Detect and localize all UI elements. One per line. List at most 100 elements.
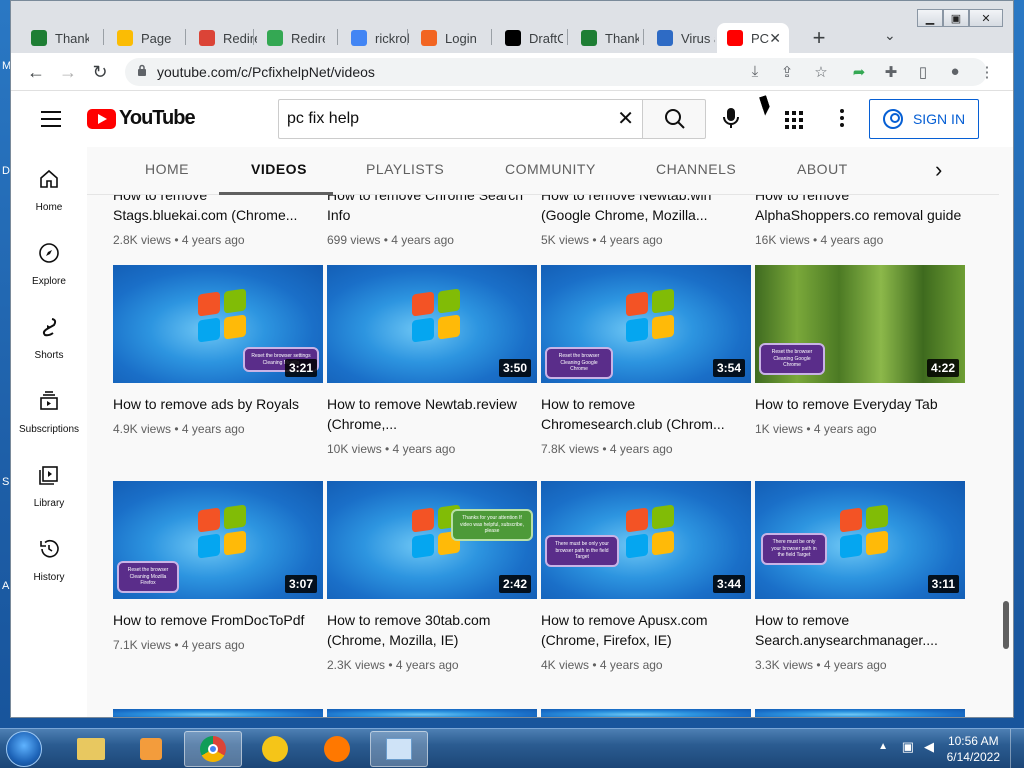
search-button[interactable] — [642, 99, 706, 139]
video-title[interactable]: How to remove Apusx.com (Chrome, Firefox… — [541, 610, 751, 650]
avast-taskbar-icon[interactable] — [308, 731, 366, 767]
sign-in-button[interactable]: SIGN IN — [869, 99, 979, 139]
video-card[interactable]: How to remove Chrome Search Info 699 view… — [327, 195, 537, 247]
video-title[interactable]: How to remove Newtab.review (Chrome,... — [327, 394, 537, 434]
video-card[interactable]: Reset the browser Cleaning Google Chrome… — [541, 265, 751, 456]
video-title[interactable]: How to remove FromDocToPdf — [113, 610, 323, 630]
video-thumbnail[interactable] — [327, 709, 537, 717]
apps-grid-icon[interactable] — [785, 111, 803, 129]
video-title[interactable]: How to remove ads by Royals — [113, 394, 323, 414]
search-input[interactable]: pc fix help ✕ — [278, 99, 642, 139]
close-window-button[interactable]: ✕ — [969, 9, 1003, 27]
video-title[interactable]: How to remove Newtab.win (Google Chrome,… — [541, 195, 751, 225]
video-meta: 2.3K views • 4 years ago — [327, 658, 459, 672]
browser-tab[interactable]: Virus a — [647, 23, 719, 53]
guide-item-explore[interactable]: Explore — [11, 241, 87, 287]
video-title[interactable]: How to remove AlphaShoppers.co removal g… — [755, 195, 965, 225]
video-thumbnail[interactable]: There must be only your browser path in … — [541, 481, 751, 599]
back-arrow-icon[interactable]: ← — [25, 61, 47, 83]
browser-tab[interactable]: Thank — [21, 23, 93, 53]
video-card[interactable]: How to remove AlphaShoppers.co removal g… — [755, 195, 965, 247]
scrollbar-thumb[interactable] — [1003, 601, 1009, 649]
video-title[interactable]: How to remove Everyday Tab — [755, 394, 965, 414]
video-thumbnail[interactable]: Reset the browser Cleaning Google Chrome… — [541, 265, 751, 383]
tab-about[interactable]: ABOUT — [797, 161, 848, 177]
install-icon[interactable]: ⤓ — [745, 63, 765, 80]
minimize-button[interactable]: ▁ — [917, 9, 943, 27]
explorer-taskbar-icon[interactable] — [62, 731, 120, 767]
video-thumbnail[interactable]: 3:50 — [327, 265, 537, 383]
video-card[interactable]: Reset the browser settings Cleaning Mozi… — [113, 265, 323, 436]
video-thumbnail[interactable]: Reset the browser Cleaning Mozilla Firef… — [113, 481, 323, 599]
tab-videos[interactable]: VIDEOS — [251, 161, 307, 177]
microphone-icon[interactable] — [723, 107, 739, 129]
chevron-right-icon[interactable]: › — [935, 157, 942, 183]
browser-tab[interactable]: Redire — [257, 23, 329, 53]
browser-tab[interactable]: rickroll — [341, 23, 413, 53]
profile-avatar-icon[interactable]: ● — [945, 63, 965, 80]
video-card[interactable]: Reset the browser Cleaning Google Chrome… — [755, 265, 965, 436]
media-player-taskbar-icon[interactable] — [122, 731, 180, 767]
share-icon[interactable]: ⇪ — [777, 63, 797, 81]
control-panel-taskbar-icon[interactable] — [370, 731, 428, 767]
video-thumbnail[interactable]: Reset the browser settings Cleaning Mozi… — [113, 265, 323, 383]
extensions-puzzle-icon[interactable]: ✚ — [881, 63, 901, 81]
video-title[interactable]: How to remove Chrome Search Info — [327, 195, 537, 225]
tab-channels[interactable]: CHANNELS — [656, 161, 736, 177]
tray-expand-icon[interactable]: ▲ — [878, 741, 888, 752]
browser-tab[interactable]: DraftC — [495, 23, 567, 53]
video-card[interactable]: Thanks for your attention If video was h… — [327, 481, 537, 672]
bookmark-star-icon[interactable]: ☆ — [811, 63, 831, 81]
show-desktop-button[interactable] — [1010, 729, 1024, 768]
video-title[interactable]: How to remove Search.anysearchmanager...… — [755, 610, 965, 650]
tab-home[interactable]: HOME — [145, 161, 189, 177]
guide-item-home[interactable]: Home — [11, 167, 87, 213]
system-clock[interactable]: 10:56 AM 6/14/2022 — [947, 733, 1000, 765]
video-card[interactable]: There must be only your browser path in … — [755, 481, 965, 672]
video-title[interactable]: How to remove Stags.bluekai.com (Chrome.… — [113, 195, 323, 225]
guide-item-history[interactable]: History — [11, 537, 87, 583]
tab-community[interactable]: COMMUNITY — [505, 161, 596, 177]
video-title[interactable]: How to remove 30tab.com (Chrome, Mozilla… — [327, 610, 537, 650]
video-title[interactable]: How to remove Chromesearch.club (Chrom..… — [541, 394, 751, 434]
video-thumbnail[interactable]: There must be only your browser path in … — [755, 481, 965, 599]
video-thumbnail[interactable] — [113, 709, 323, 717]
new-tab-button[interactable]: + — [807, 25, 831, 51]
tab-playlists[interactable]: PLAYLISTS — [366, 161, 444, 177]
guide-item-shorts[interactable]: Shorts — [11, 315, 87, 361]
browser-tab[interactable]: Thank — [571, 23, 643, 53]
page-scrollbar[interactable] — [999, 147, 1013, 717]
maximize-button[interactable]: ▣ — [943, 9, 969, 27]
youtube-logo[interactable]: YouTube — [87, 107, 196, 130]
video-card[interactable]: How to remove Newtab.win (Google Chrome,… — [541, 195, 751, 247]
browser-tab[interactable]: Login S — [411, 23, 483, 53]
start-button[interactable] — [6, 731, 42, 767]
hamburger-menu-icon[interactable] — [41, 111, 61, 132]
side-panel-icon[interactable]: ▯ — [913, 63, 933, 81]
close-tab-icon[interactable]: ✕ — [769, 30, 781, 47]
video-thumbnail[interactable]: Reset the browser Cleaning Google Chrome… — [755, 265, 965, 383]
security-taskbar-icon[interactable] — [246, 731, 304, 767]
tab-search-chevron-icon[interactable]: ⌄ — [884, 27, 896, 44]
video-card[interactable]: 3:50 How to remove Newtab.review (Chrome,… — [327, 265, 537, 456]
video-card[interactable]: Reset the browser Cleaning Mozilla Firef… — [113, 481, 323, 652]
video-card[interactable]: There must be only your browser path in … — [541, 481, 751, 672]
video-thumbnail[interactable]: Thanks for your attention If video was h… — [327, 481, 537, 599]
guide-item-library[interactable]: Library — [11, 463, 87, 509]
video-card[interactable]: How to remove Stags.bluekai.com (Chrome.… — [113, 195, 323, 247]
network-tray-icon[interactable]: ▣ — [902, 739, 914, 755]
browser-tab[interactable]: PC ✕ — [717, 23, 789, 53]
browser-tab[interactable]: Page N — [107, 23, 179, 53]
clear-search-icon[interactable]: ✕ — [617, 106, 634, 131]
volume-tray-icon[interactable]: ◀ — [924, 739, 934, 755]
forward-arrow-icon[interactable]: → — [57, 61, 79, 83]
settings-kebab-icon[interactable] — [840, 109, 844, 130]
guide-item-subscriptions[interactable]: Subscriptions — [11, 389, 87, 435]
chrome-taskbar-icon[interactable] — [184, 731, 242, 767]
extension-arrow-icon[interactable]: ➦ — [849, 63, 869, 81]
video-thumbnail[interactable] — [541, 709, 751, 717]
video-thumbnail[interactable] — [755, 709, 965, 717]
reload-icon[interactable]: ↻ — [89, 61, 111, 83]
browser-tab[interactable]: Redire — [189, 23, 261, 53]
chrome-menu-icon[interactable]: ⋮ — [977, 63, 997, 81]
